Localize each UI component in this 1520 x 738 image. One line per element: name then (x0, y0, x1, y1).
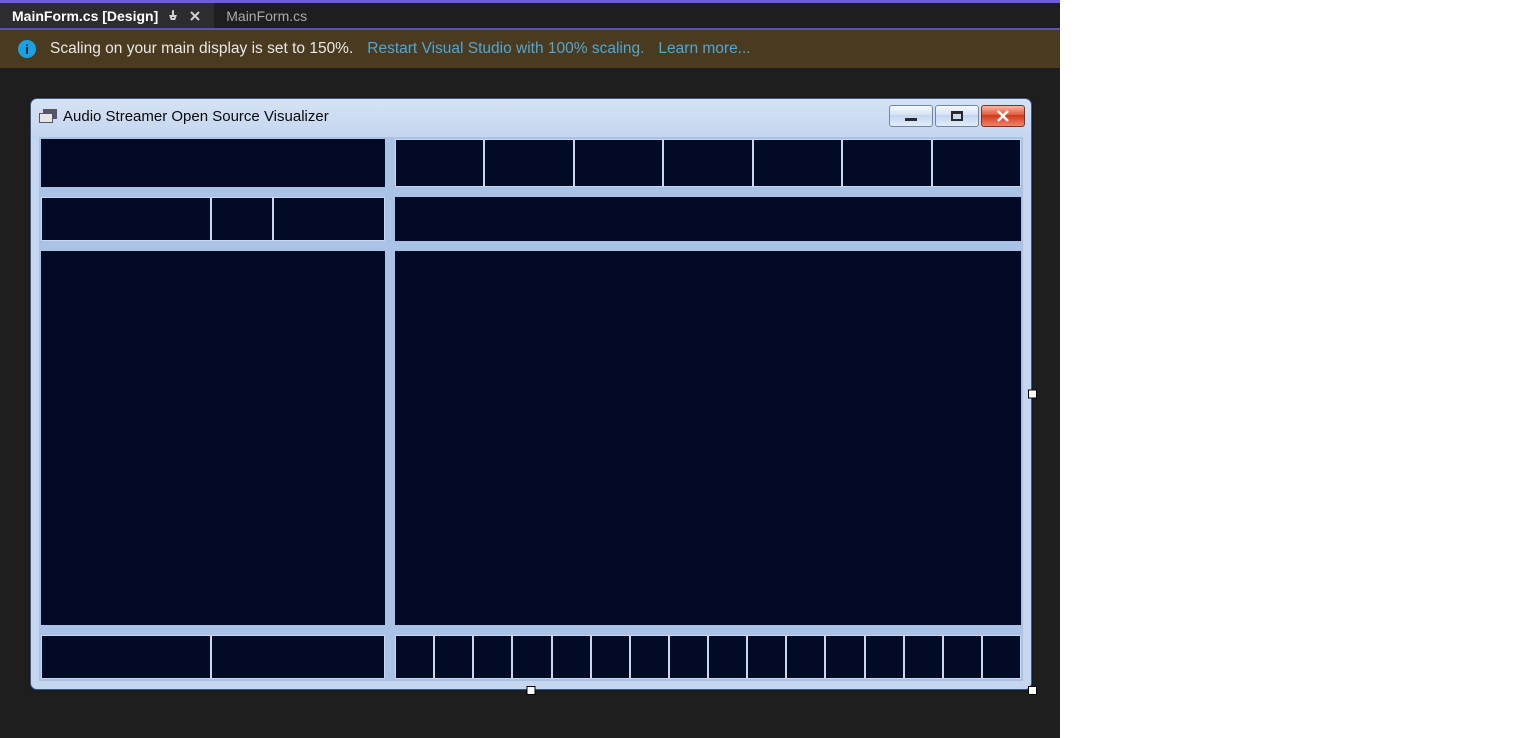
blank-area (1060, 0, 1520, 738)
panel-row2-right[interactable] (393, 195, 1023, 243)
layout-middle (39, 249, 1023, 627)
panel-row2-left-grid[interactable] (39, 195, 387, 243)
close-button[interactable] (981, 105, 1025, 127)
cell (41, 635, 211, 679)
resize-handle-bottom[interactable] (527, 686, 536, 695)
panel-middle-left[interactable] (39, 249, 387, 627)
cell (904, 635, 943, 679)
cell (211, 635, 385, 679)
close-icon[interactable] (188, 9, 202, 23)
cell (669, 635, 708, 679)
minimize-button[interactable] (889, 105, 933, 127)
tab-mainform-code[interactable]: MainForm.cs (214, 3, 319, 28)
window-buttons (889, 105, 1025, 127)
cell (753, 139, 842, 187)
form-client-area (39, 137, 1023, 681)
cell (41, 197, 211, 241)
cell (842, 139, 931, 187)
layout-row-4 (39, 633, 1023, 681)
pin-icon[interactable] (166, 9, 180, 23)
document-tab-strip: MainForm.cs [Design] MainForm.cs (0, 0, 1060, 28)
tab-mainform-design[interactable]: MainForm.cs [Design] (0, 3, 214, 28)
panel-top-left[interactable] (39, 137, 387, 189)
resize-handle-right[interactable] (1028, 390, 1037, 399)
cell (273, 197, 385, 241)
info-icon: i (18, 40, 36, 58)
cell (663, 139, 752, 187)
maximize-button[interactable] (935, 105, 979, 127)
cell (591, 635, 630, 679)
cell (708, 635, 747, 679)
cell (512, 635, 551, 679)
cell (932, 139, 1021, 187)
form-title: Audio Streamer Open Source Visualizer (63, 108, 889, 125)
cell (747, 635, 786, 679)
cell (552, 635, 591, 679)
cell (395, 139, 484, 187)
cell (786, 635, 825, 679)
cell (943, 635, 982, 679)
panel-middle-right[interactable] (393, 249, 1023, 627)
cell (434, 635, 473, 679)
cell (395, 635, 434, 679)
panel-top-right-grid[interactable] (393, 137, 1023, 189)
form-titlebar: Audio Streamer Open Source Visualizer (31, 99, 1031, 133)
learn-more-link[interactable]: Learn more... (658, 40, 750, 58)
dpi-scaling-info-bar: i Scaling on your main display is set to… (0, 30, 1060, 68)
restart-scaling-link[interactable]: Restart Visual Studio with 100% scaling. (367, 40, 644, 58)
panel-bottom-right-grid[interactable] (393, 633, 1023, 681)
cell (825, 635, 864, 679)
layout-row-1 (39, 137, 1023, 189)
winform-preview[interactable]: Audio Streamer Open Source Visualizer (30, 98, 1032, 690)
cell (630, 635, 669, 679)
form-designer-surface[interactable]: Audio Streamer Open Source Visualizer (0, 68, 1060, 738)
cell (211, 197, 273, 241)
visual-studio-editor: MainForm.cs [Design] MainForm.cs i Scali… (0, 0, 1060, 738)
cell (982, 635, 1021, 679)
form-selection-wrapper[interactable]: Audio Streamer Open Source Visualizer (30, 98, 1032, 690)
resize-handle-corner[interactable] (1028, 686, 1037, 695)
form-icon (39, 109, 57, 123)
cell (865, 635, 904, 679)
tab-label: MainForm.cs [Design] (12, 8, 158, 24)
layout-row-2 (39, 195, 1023, 243)
cell (574, 139, 663, 187)
panel-bottom-left-grid[interactable] (39, 633, 387, 681)
cell (484, 139, 573, 187)
cell (473, 635, 512, 679)
info-message: Scaling on your main display is set to 1… (50, 40, 353, 58)
tab-label: MainForm.cs (226, 8, 307, 24)
